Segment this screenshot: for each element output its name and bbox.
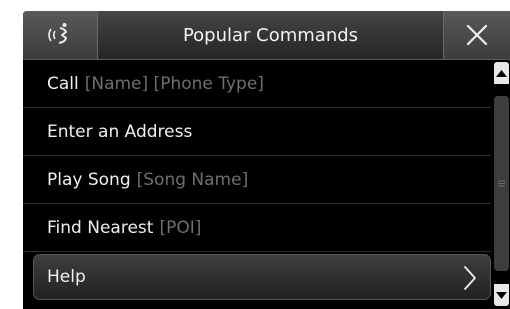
popular-commands-screen: Popular Commands Call [Name] [Phone Type… xyxy=(23,11,510,309)
command-label: Call xyxy=(47,73,79,94)
page-title: Popular Commands xyxy=(182,24,359,46)
command-label: Enter an Address xyxy=(47,121,193,142)
arrow-down-icon xyxy=(496,291,507,299)
command-placeholder: [Song Name] xyxy=(136,169,249,190)
command-label: Find Nearest xyxy=(47,217,154,238)
command-placeholder: [Name] [Phone Type] xyxy=(84,73,264,94)
help-button[interactable]: Help xyxy=(33,254,491,300)
voice-command-button[interactable] xyxy=(23,11,98,59)
command-item-enter-address[interactable]: Enter an Address xyxy=(23,108,491,156)
chevron-right-icon xyxy=(464,266,476,290)
scroll-down-button[interactable] xyxy=(494,284,509,306)
command-list: Call [Name] [Phone Type] Enter an Addres… xyxy=(23,60,491,309)
help-label: Help xyxy=(47,267,86,287)
voice-command-icon xyxy=(48,23,67,44)
arrow-up-icon xyxy=(496,69,507,77)
header-bar: Popular Commands xyxy=(23,11,510,60)
command-item-find-nearest[interactable]: Find Nearest [POI] xyxy=(23,204,491,252)
close-button[interactable] xyxy=(443,11,510,59)
scroll-grip-icon xyxy=(498,180,505,187)
scrollbar[interactable] xyxy=(493,60,510,309)
scroll-track[interactable] xyxy=(494,96,509,271)
scroll-up-button[interactable] xyxy=(494,62,509,84)
close-icon xyxy=(466,24,488,46)
command-label: Play Song xyxy=(47,169,131,190)
command-placeholder: [POI] xyxy=(159,217,202,238)
command-item-call[interactable]: Call [Name] [Phone Type] xyxy=(23,60,491,108)
command-item-play-song[interactable]: Play Song [Song Name] xyxy=(23,156,491,204)
